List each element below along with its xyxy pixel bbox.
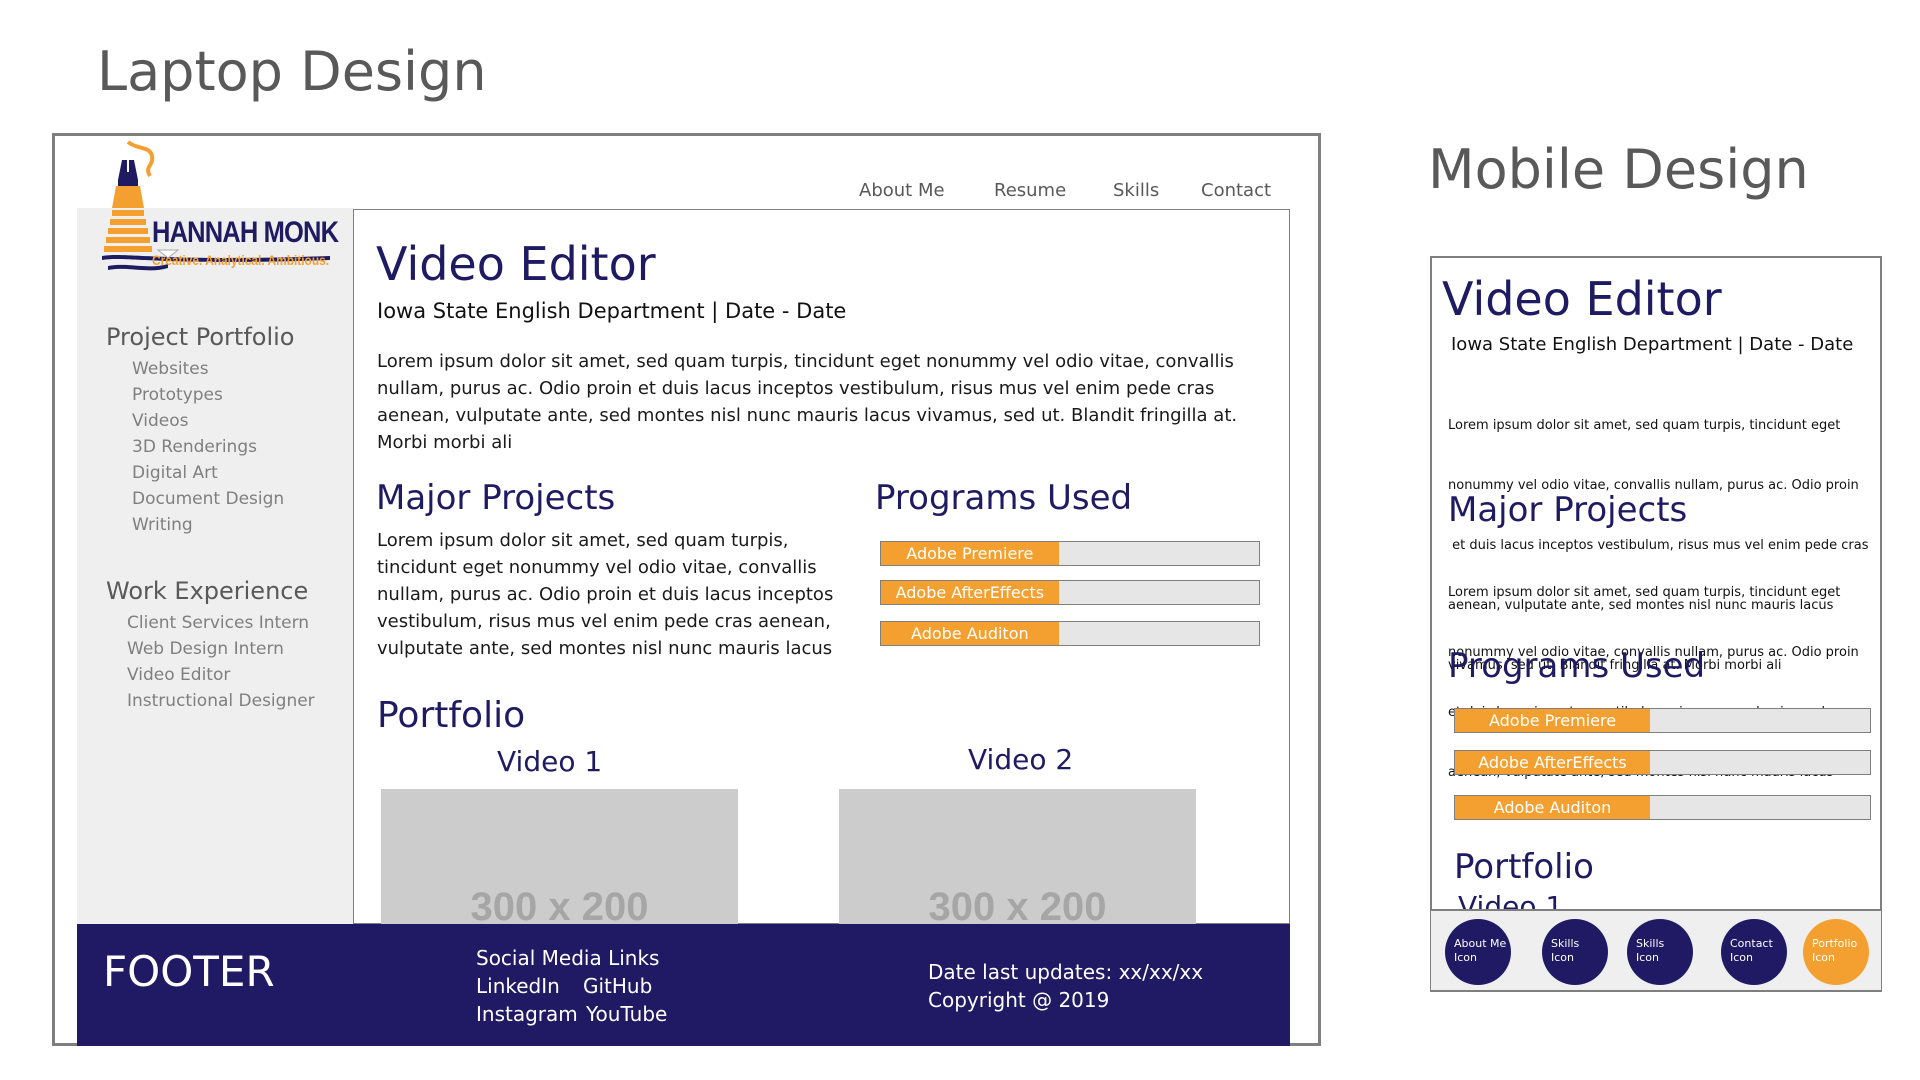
nav-skills[interactable]: Skills (1113, 180, 1159, 201)
nav-contact-icon[interactable]: Contact Icon (1721, 919, 1787, 985)
nav-resume[interactable]: Resume (994, 180, 1066, 201)
video-2-title: Video 2 (968, 743, 1074, 776)
mobile-projects-line: Lorem ipsum dolor sit amet, sed quam tur… (1448, 585, 1841, 600)
footer-label: FOOTER (103, 947, 275, 996)
video-2-placeholder[interactable]: 300 x 200 (839, 789, 1196, 924)
mobile-program-bar-aftereffects: Adobe AfterEffects (1454, 750, 1871, 775)
mobile-job-subtitle: Iowa State English Department | Date - D… (1451, 334, 1854, 355)
major-projects-text: Lorem ipsum dolor sit amet, sed quam tur… (377, 530, 834, 659)
mobile-program-bar-audition: Adobe Auditon (1454, 795, 1871, 820)
social-media-title: Social Media Links (476, 946, 660, 970)
nav-about-me[interactable]: About Me (859, 180, 945, 201)
mobile-desc-line: Lorem ipsum dolor sit amet, sed quam tur… (1448, 418, 1841, 433)
nav-icon-label: Skills (1551, 937, 1580, 950)
video-1-placeholder[interactable]: 300 x 200 (381, 789, 738, 924)
video-1-title: Video 1 (497, 745, 603, 778)
logo-tagline: Creative. Analytical. Ambitious. (152, 252, 330, 268)
nav-icon-label: Contact (1730, 937, 1773, 950)
video-1-placeholder-label: 300 x 200 (470, 885, 649, 924)
nav-contact[interactable]: Contact (1201, 180, 1271, 201)
sidebar-item-client-services-intern[interactable]: Client Services Intern (127, 613, 309, 633)
job-description: Lorem ipsum dolor sit amet, sed quam tur… (377, 351, 1238, 453)
mobile-bottom-nav: About Me Icon Skills Icon Skills Icon Co… (1430, 909, 1882, 991)
nav-icon-label: Skills (1636, 937, 1665, 950)
nav-icon-label: Icon (1551, 951, 1574, 964)
footer-copyright: Copyright @ 2019 (928, 988, 1110, 1012)
mobile-program-bar-premiere: Adobe Premiere (1454, 708, 1871, 733)
footer-link-linkedin[interactable]: LinkedIn (476, 974, 560, 998)
sidebar-work-heading: Work Experience (106, 577, 309, 605)
sidebar-item-video-editor[interactable]: Video Editor (127, 665, 230, 685)
program-bar-fill: Adobe AfterEffects (881, 581, 1059, 604)
mobile-frame: Video Editor Iowa State English Departme… (1430, 256, 1882, 992)
programs-used-heading: Programs Used (875, 478, 1133, 518)
program-bar-audition: Adobe Auditon (880, 621, 1260, 646)
program-bar-fill: Adobe Auditon (881, 622, 1059, 645)
laptop-design-heading: Laptop Design (97, 40, 487, 103)
sidebar-item-document-design[interactable]: Document Design (132, 489, 284, 509)
major-projects-heading: Major Projects (376, 478, 616, 518)
program-bar-aftereffects: Adobe AfterEffects (880, 580, 1260, 605)
sidebar (77, 208, 354, 924)
mobile-program-bar-fill: Adobe AfterEffects (1455, 751, 1651, 774)
nav-portfolio-icon[interactable]: Portfolio Icon (1803, 919, 1869, 985)
sidebar-item-writing[interactable]: Writing (132, 515, 193, 535)
footer-link-instagram[interactable]: Instagram (476, 1002, 578, 1026)
mobile-program-bar-fill: Adobe Premiere (1455, 709, 1651, 732)
nav-icon-label: About Me (1454, 937, 1507, 950)
footer: FOOTER Social Media Links LinkedIn GitHu… (77, 924, 1290, 1046)
mobile-portfolio-heading: Portfolio (1454, 847, 1594, 887)
nav-icon-label: Portfolio (1812, 937, 1858, 950)
mobile-program-bar-fill: Adobe Auditon (1455, 796, 1651, 819)
nav-icon-label: Icon (1730, 951, 1753, 964)
nav-skills-icon[interactable]: Skills Icon (1542, 919, 1608, 985)
sidebar-item-digital-art[interactable]: Digital Art (132, 463, 218, 483)
mobile-design-heading: Mobile Design (1428, 138, 1809, 201)
nav-skills-icon-2[interactable]: Skills Icon (1627, 919, 1693, 985)
portfolio-heading: Portfolio (377, 695, 526, 736)
logo-name: HANNAH MONK (152, 216, 339, 249)
mobile-programs-used-heading: Programs Used (1448, 646, 1706, 686)
program-bar-premiere: Adobe Premiere (880, 541, 1260, 566)
sidebar-item-3d-renderings[interactable]: 3D Renderings (132, 437, 257, 457)
mobile-major-projects-heading: Major Projects (1448, 490, 1688, 530)
sidebar-item-prototypes[interactable]: Prototypes (132, 385, 223, 405)
sidebar-item-videos[interactable]: Videos (132, 411, 189, 431)
nav-about-me-icon[interactable]: About Me Icon (1445, 919, 1511, 985)
program-bar-fill: Adobe Premiere (881, 542, 1059, 565)
mobile-job-title: Video Editor (1442, 272, 1722, 326)
sidebar-item-web-design-intern[interactable]: Web Design Intern (127, 639, 284, 659)
nav-icon-label: Icon (1812, 951, 1835, 964)
job-subtitle: Iowa State English Department | Date - D… (377, 299, 847, 323)
job-title: Video Editor (376, 237, 656, 291)
sidebar-portfolio-heading: Project Portfolio (106, 323, 295, 351)
video-2-placeholder-label: 300 x 200 (928, 885, 1107, 924)
footer-date-updated: Date last updates: xx/xx/xx (928, 960, 1204, 984)
sidebar-item-websites[interactable]: Websites (132, 359, 209, 379)
footer-link-github[interactable]: GitHub (583, 974, 652, 998)
sidebar-item-instructional-designer[interactable]: Instructional Designer (127, 691, 315, 711)
footer-link-youtube[interactable]: YouTube (586, 1002, 667, 1026)
nav-icon-label: Icon (1454, 951, 1477, 964)
nav-icon-label: Icon (1636, 951, 1659, 964)
